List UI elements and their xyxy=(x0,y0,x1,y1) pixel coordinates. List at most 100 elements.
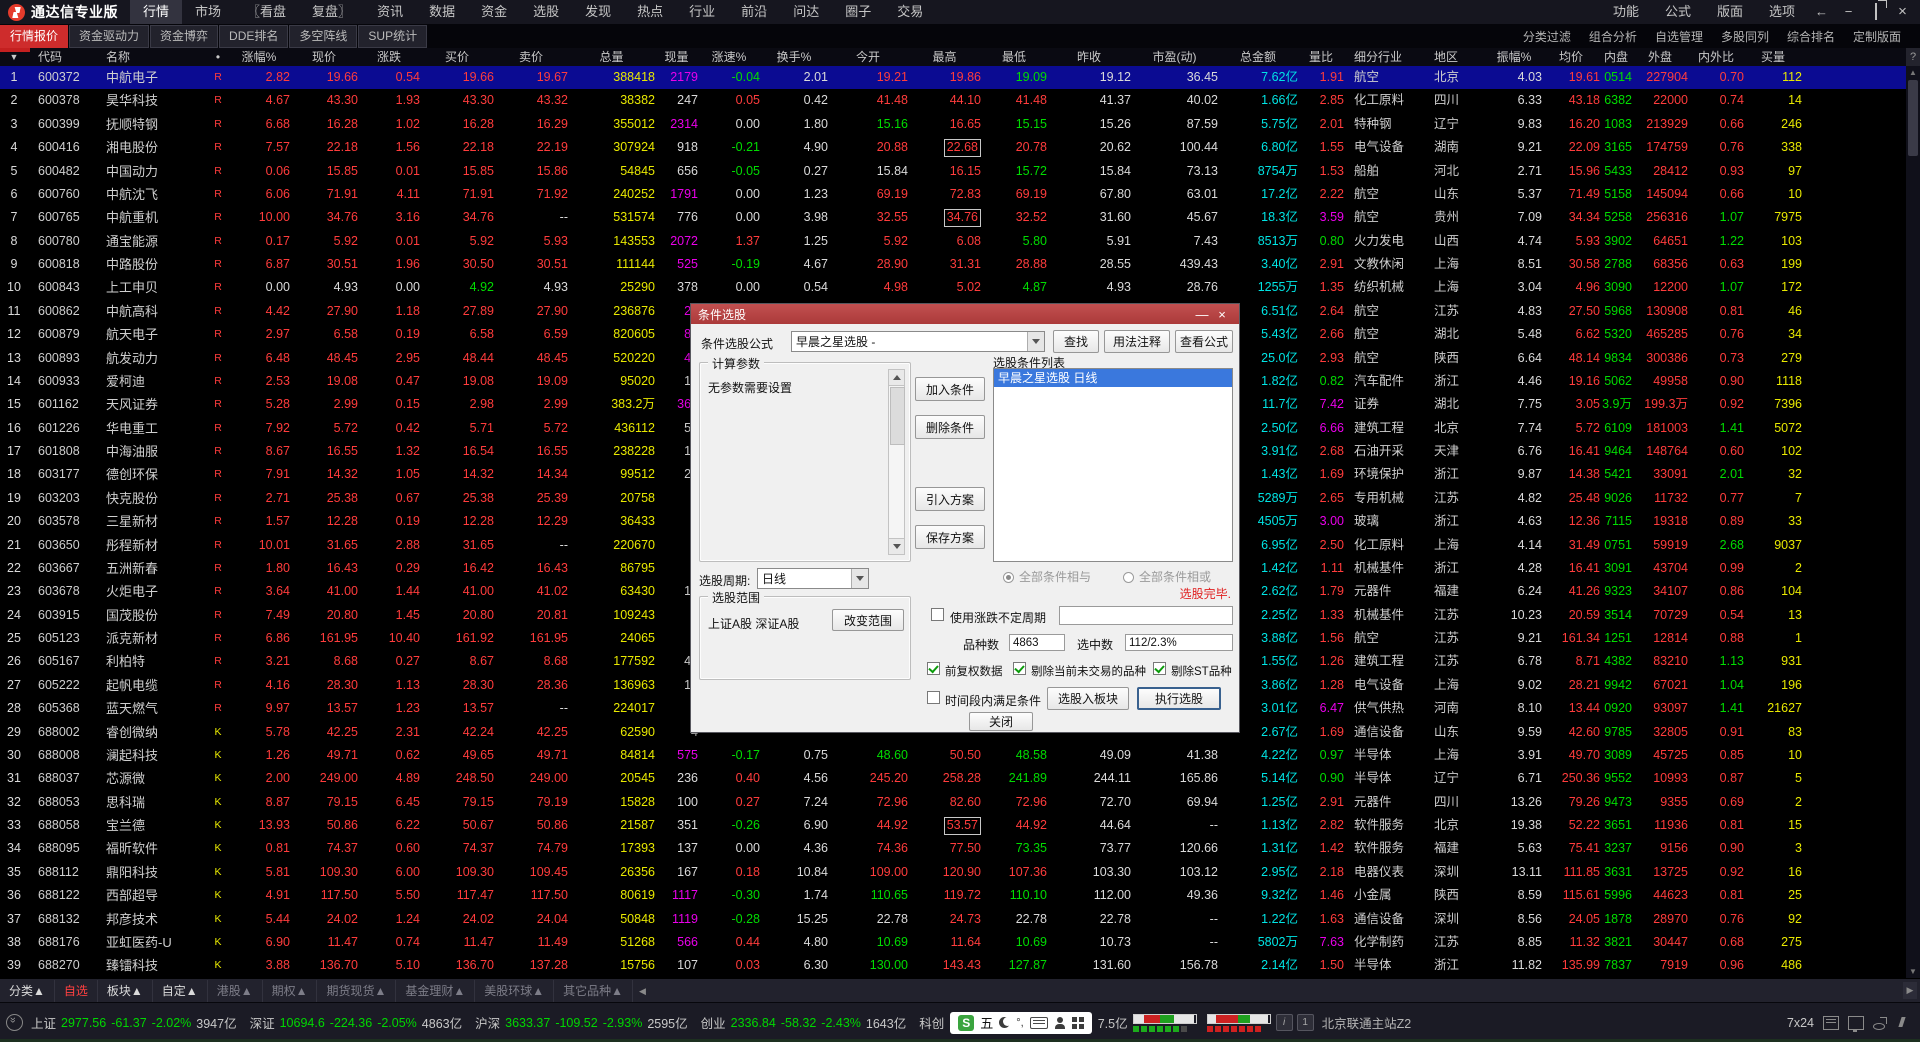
menu-item-问达[interactable]: 问达 xyxy=(780,0,832,24)
table-row[interactable]: 3600399抚顺特钢R6.6816.281.0216.2816.2935501… xyxy=(0,113,1906,136)
keypad-icon[interactable] xyxy=(1823,1016,1839,1030)
params-scroll-down-icon[interactable] xyxy=(889,538,904,554)
forward-adjust-checkbox[interactable] xyxy=(927,662,940,675)
header-col-change-pct[interactable]: 涨幅% xyxy=(228,48,290,66)
table-row[interactable]: 8600780通宝能源R0.175.920.015.925.9314355320… xyxy=(0,230,1906,253)
toolbar-action-定制版面[interactable]: 定制版面 xyxy=(1844,28,1910,45)
change-range-button[interactable]: 改变范围 xyxy=(832,609,904,631)
view-formula-button[interactable]: 查看公式 xyxy=(1175,330,1233,353)
table-row[interactable]: 31688037芯源微K2.00249.004.89248.50249.0020… xyxy=(0,767,1906,790)
toolbar-action-分类过滤[interactable]: 分类过滤 xyxy=(1514,28,1580,45)
table-row[interactable]: 10600843上工申贝R0.004.930.004.924.932529037… xyxy=(0,276,1906,299)
table-row[interactable]: 34688095福昕软件K0.8174.370.6074.3774.791739… xyxy=(0,837,1906,860)
ime-logo-icon[interactable]: S xyxy=(958,1015,974,1031)
header-col-current-vol[interactable]: 现量 xyxy=(655,48,698,66)
menu-item-选股[interactable]: 选股 xyxy=(520,0,572,24)
params-scroll-thumb[interactable] xyxy=(890,387,905,445)
table-row[interactable]: 5600482中国动力R0.0615.850.0115.8515.8654845… xyxy=(0,160,1906,183)
menu-item-公式[interactable]: 公式 xyxy=(1652,0,1704,24)
header-col-prev-close[interactable]: 昨收 xyxy=(1047,48,1131,66)
back-icon[interactable]: ← xyxy=(1808,0,1835,24)
restore-icon[interactable] xyxy=(1862,0,1889,24)
menu-item-资讯[interactable]: 资讯 xyxy=(364,0,416,24)
keyboard-icon[interactable] xyxy=(1030,1017,1048,1029)
menu-item-市场[interactable]: 市场 xyxy=(182,0,234,24)
toolbar-action-组合分析[interactable]: 组合分析 xyxy=(1580,28,1646,45)
market-tab-自选[interactable]: 自选 xyxy=(55,980,98,1003)
info-icon[interactable]: i xyxy=(1276,1014,1293,1031)
menu-item-发现[interactable]: 发现 xyxy=(572,0,624,24)
toolbar-action-综合排名[interactable]: 综合排名 xyxy=(1778,28,1844,45)
formula-combobox[interactable]: 早晨之星选股 - xyxy=(791,331,1045,352)
market-tab-其它品种[interactable]: 其它品种▲ xyxy=(554,980,633,1003)
market-tab-分类[interactable]: 分类▲ xyxy=(0,980,55,1003)
market-tab-期权[interactable]: 期权▲ xyxy=(263,980,318,1003)
menu-item-行情[interactable]: 行情 xyxy=(130,0,182,24)
remove-st-checkbox[interactable] xyxy=(1153,662,1166,675)
run-selection-button[interactable]: 执行选股 xyxy=(1137,687,1221,710)
table-row[interactable]: 33688058宝兰德K13.9350.866.2250.6750.862158… xyxy=(0,814,1906,837)
save-scheme-button[interactable]: 保存方案 xyxy=(915,525,985,549)
close-button[interactable]: 关闭 xyxy=(969,712,1033,731)
dialog-close-icon[interactable]: × xyxy=(1212,307,1232,322)
table-row[interactable]: 36688122西部超导K4.91117.505.50117.47117.508… xyxy=(0,884,1906,907)
close-icon[interactable]: × xyxy=(1889,0,1916,24)
server-name[interactable]: 北京联通主站Z2 xyxy=(1322,1013,1412,1032)
toolbar-tab-资金博弈[interactable]: 资金博弈 xyxy=(150,25,218,48)
header-col-high[interactable]: 最高 xyxy=(908,48,981,66)
toolbar-action-自选管理[interactable]: 自选管理 xyxy=(1646,28,1712,45)
condition-list-item[interactable]: 早晨之星选股 日线 xyxy=(994,369,1232,387)
dialog-title-bar[interactable]: 条件选股 — × xyxy=(691,304,1239,324)
market-tab-港股[interactable]: 港股▲ xyxy=(208,980,263,1003)
period-combobox[interactable]: 日线 xyxy=(757,568,869,589)
bolt-icon[interactable] xyxy=(1896,1017,1910,1029)
forward-adjust-label[interactable]: 前复权数据 xyxy=(945,663,1003,679)
header-col-low[interactable]: 最低 xyxy=(981,48,1047,66)
help-icon[interactable]: ? xyxy=(1906,48,1920,66)
menu-item-热点[interactable]: 热点 xyxy=(624,0,676,24)
updown-checkbox-label[interactable]: 使用涨跌不定周期 xyxy=(950,609,1046,626)
table-row[interactable]: 35688112鼎阳科技K5.81109.306.00109.30109.452… xyxy=(0,861,1906,884)
ime-toolbar[interactable]: S 五 °, xyxy=(950,1012,1091,1034)
toolbar-tab-多空阵线[interactable]: 多空阵线 xyxy=(289,25,357,48)
vertical-scrollbar[interactable]: ? ▲ ▼ xyxy=(1906,48,1920,978)
table-row[interactable]: 30688008澜起科技K1.2649.710.6249.6549.718481… xyxy=(0,744,1906,767)
table-row[interactable]: 32688053思科瑞K8.8779.156.4579.1579.1915828… xyxy=(0,791,1906,814)
header-col-name[interactable]: 名称 xyxy=(96,48,208,66)
menu-item-前沿[interactable]: 前沿 xyxy=(728,0,780,24)
header-col-industry[interactable]: 细分行业 xyxy=(1344,48,1424,66)
index-quote-沪深[interactable]: 沪深3633.37-109.52-2.93%2595亿 xyxy=(475,1013,688,1032)
time-range-label[interactable]: 时间段内满足条件 xyxy=(945,692,1041,709)
menu-item-交易[interactable]: 交易 xyxy=(884,0,936,24)
scroll-up-icon[interactable]: ▲ xyxy=(1906,66,1920,79)
toolbar-tab-资金驱动力[interactable]: 资金驱动力 xyxy=(69,25,149,48)
moon-icon[interactable] xyxy=(999,1017,1010,1028)
table-row[interactable]: 39688270臻镭科技K3.88136.705.10136.70137.281… xyxy=(0,954,1906,977)
header-col-avg-price[interactable]: 均价 xyxy=(1542,48,1600,66)
remove-untraded-checkbox[interactable] xyxy=(1013,662,1026,675)
radio-all-or[interactable]: 全部条件相或 xyxy=(1123,568,1211,585)
radio-all-and[interactable]: 全部条件相与 xyxy=(1003,568,1091,585)
ime-mode[interactable]: 五 xyxy=(980,1013,993,1032)
header-col-amount[interactable]: 总金额 xyxy=(1218,48,1298,66)
table-row[interactable]: 9600818中路股份R6.8730.511.9630.5030.5111114… xyxy=(0,253,1906,276)
header-col-pe[interactable]: 市盈(动) xyxy=(1131,48,1218,66)
import-scheme-button[interactable]: 引入方案 xyxy=(915,487,985,511)
minimize-icon[interactable]: − xyxy=(1835,0,1862,24)
table-row[interactable]: 6600760中航沈飞R6.0671.914.1171.9171.9224025… xyxy=(0,183,1906,206)
chevron-down-icon[interactable] xyxy=(1027,332,1044,351)
table-row[interactable]: 37688132邦彦技术K5.4424.021.2424.0224.045084… xyxy=(0,908,1906,931)
station-badge[interactable]: 1 xyxy=(1297,1014,1314,1031)
chevrons-icon[interactable] xyxy=(6,1014,23,1031)
monitor-icon[interactable] xyxy=(1848,1016,1864,1030)
header-col-open[interactable]: 今开 xyxy=(828,48,908,66)
table-row[interactable]: 2600378昊华科技R4.6743.301.9343.3043.3238382… xyxy=(0,89,1906,112)
menu-item-圈子[interactable]: 圈子 xyxy=(832,0,884,24)
header-col-ask[interactable]: 卖价 xyxy=(494,48,568,66)
market-tab-期货现货[interactable]: 期货现货▲ xyxy=(317,980,396,1003)
market-tab-板块[interactable]: 板块▲ xyxy=(98,980,153,1003)
header-col-outer-vol[interactable]: 外盘 xyxy=(1632,48,1688,66)
menu-item-复盘〗[interactable]: 复盘〗 xyxy=(299,0,364,24)
menu-item-数据[interactable]: 数据 xyxy=(416,0,468,24)
header-col-amplitude[interactable]: 振幅% xyxy=(1486,48,1542,66)
